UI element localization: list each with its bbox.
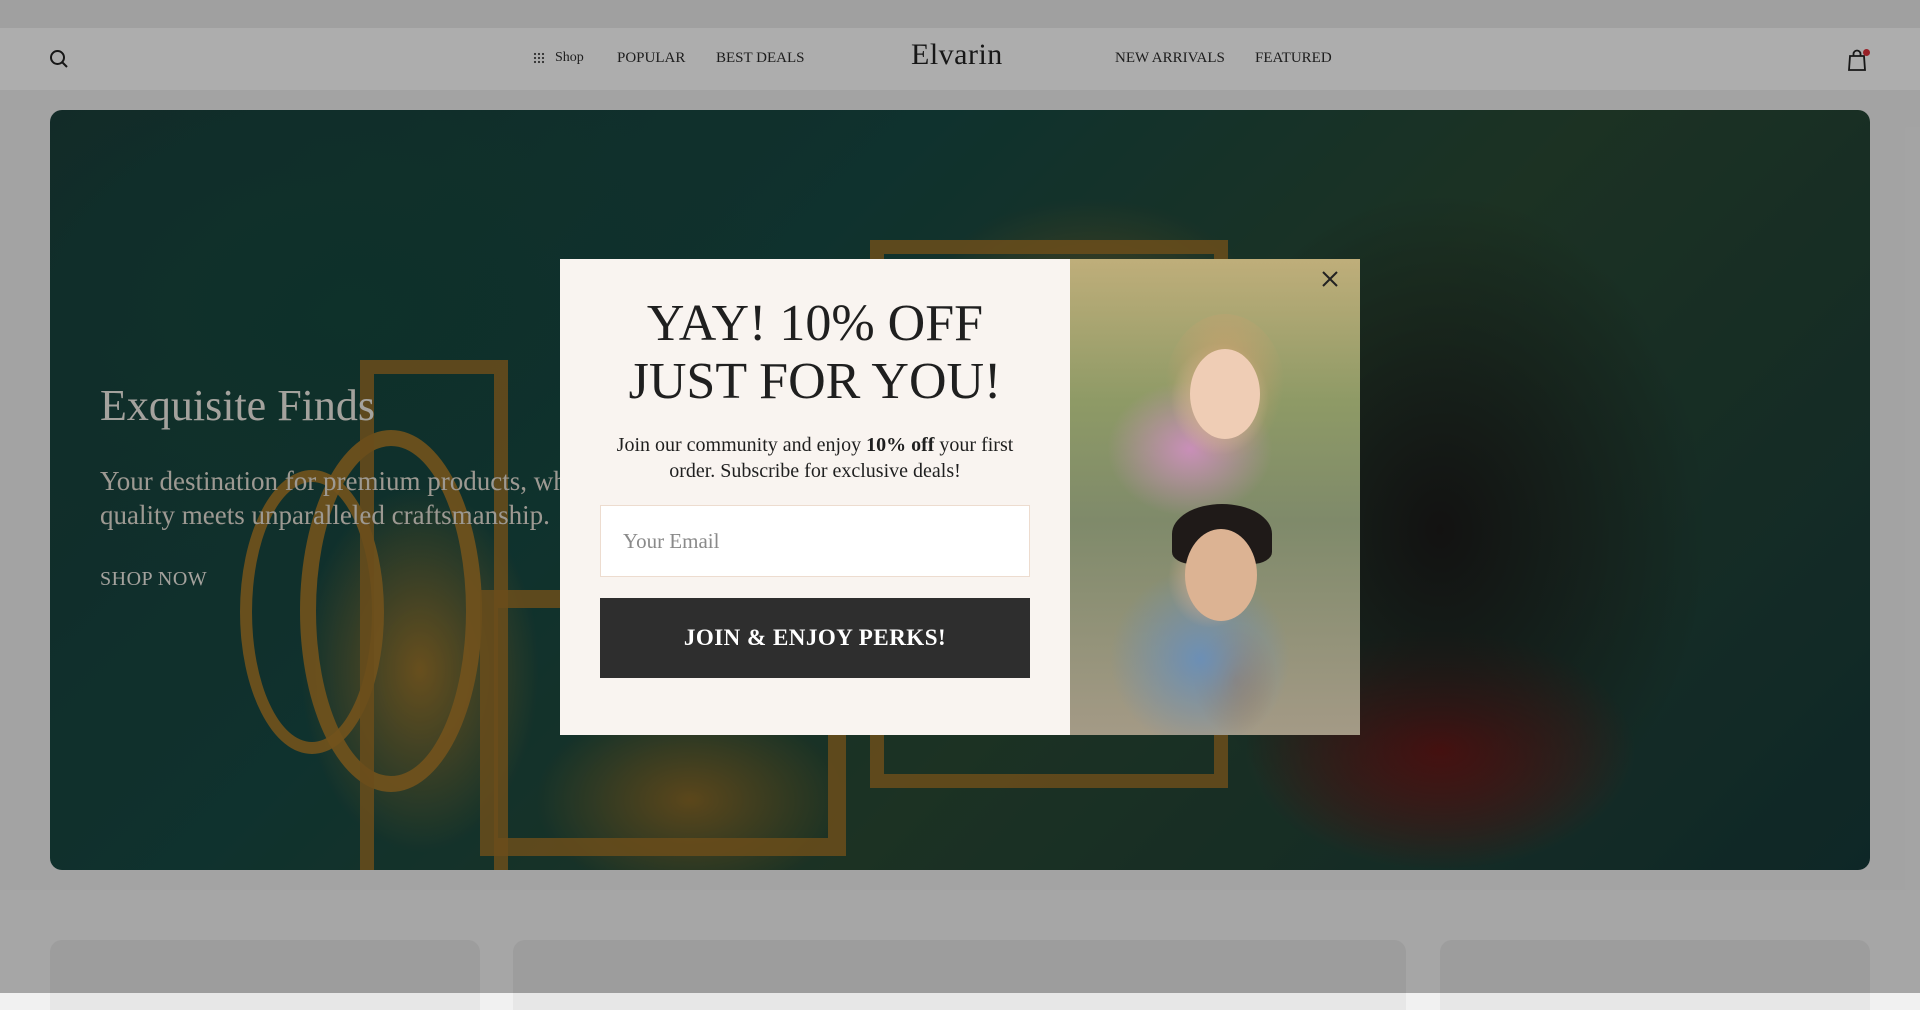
popup-desc-bold: 10% off (866, 434, 935, 456)
email-input[interactable] (600, 505, 1030, 577)
popup-desc-text: Join our community and enjoy (616, 434, 867, 456)
popup-description: Join our community and enjoy 10% off you… (600, 432, 1030, 484)
photo-shape (1185, 529, 1257, 621)
popup-heading-line2: JUST FOR YOU! (628, 353, 1002, 410)
close-icon (1322, 271, 1338, 287)
popup-content: YAY! 10% OFF JUST FOR YOU! Join our comm… (560, 259, 1070, 735)
photo-shape (1190, 349, 1260, 439)
join-button[interactable]: JOIN & ENJOY PERKS! (600, 598, 1030, 678)
popup-heading: YAY! 10% OFF JUST FOR YOU! (560, 295, 1070, 411)
popup-image (1070, 259, 1360, 735)
popup-heading-line1: YAY! 10% OFF (646, 295, 984, 352)
close-popup-button[interactable] (1320, 269, 1340, 289)
discount-popup: YAY! 10% OFF JUST FOR YOU! Join our comm… (560, 259, 1360, 735)
